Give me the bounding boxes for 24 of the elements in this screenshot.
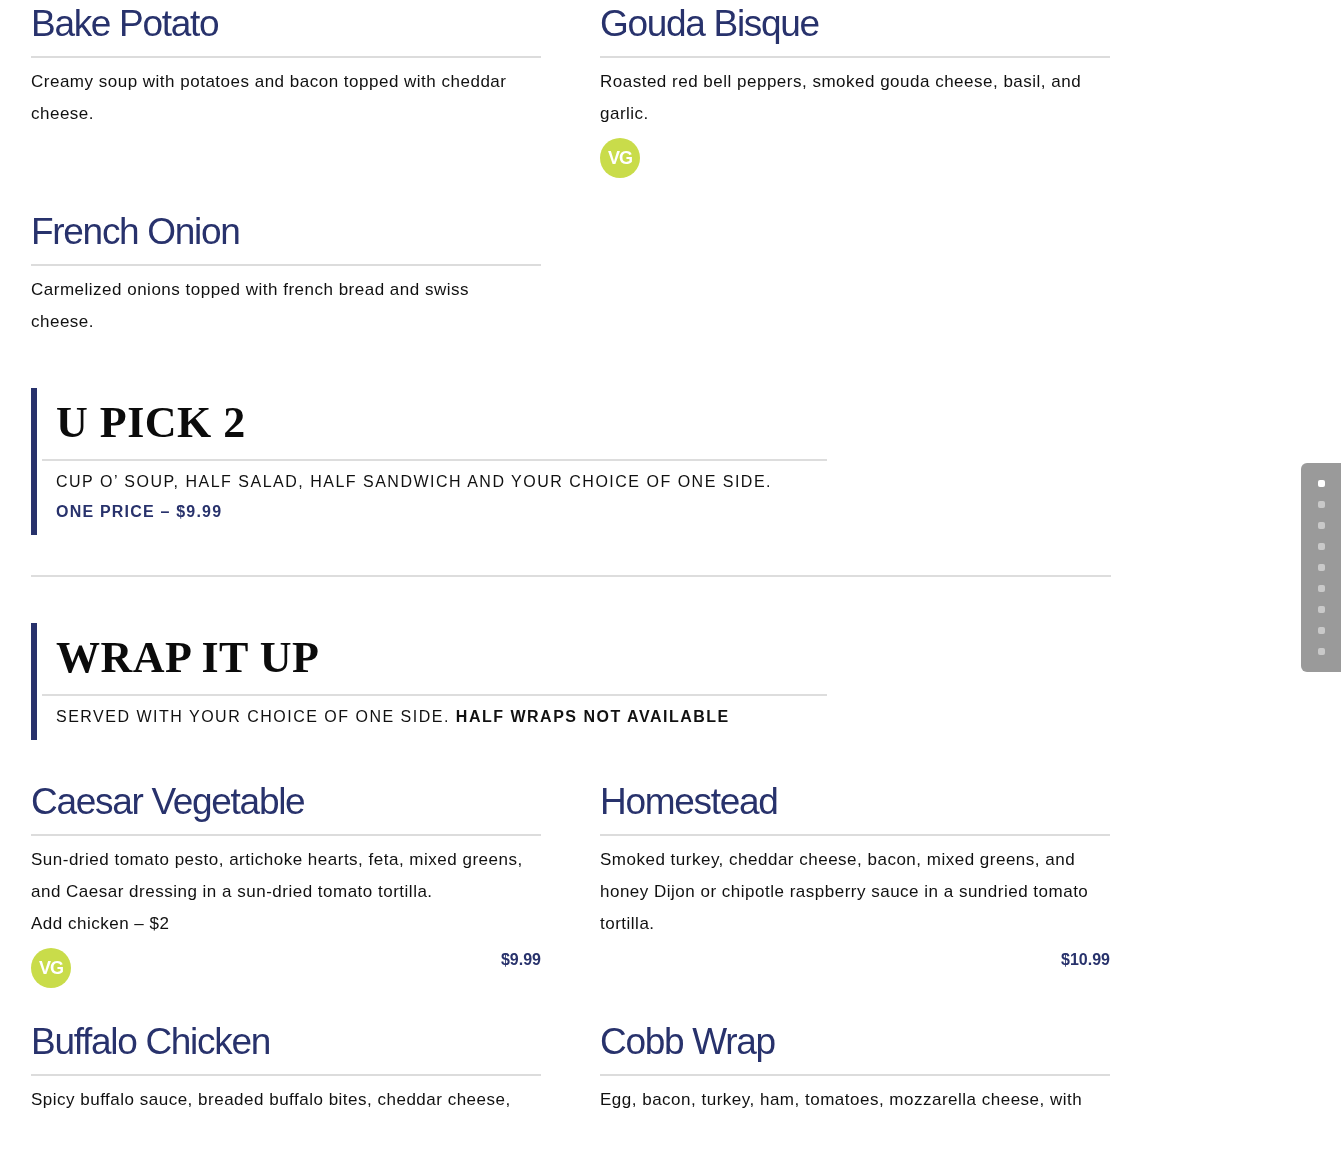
item-description: Smoked turkey, cheddar cheese, bacon, mixed greens, and honey Dijon or chipotle raspberry sauce in a sundried tomato tortilla. xyxy=(600,849,1090,935)
add-on-note: Add chicken – $2 xyxy=(31,913,170,935)
section-note: CUP O’ SOUP, HALF SALAD, HALF SANDWICH AND YOUR CHOICE OF ONE SIDE. xyxy=(56,472,773,492)
item-title: Bake Potato xyxy=(31,2,219,46)
section-title: WRAP IT UP xyxy=(56,633,320,683)
item-title: French Onion xyxy=(31,210,240,254)
item-description: Roasted red bell peppers, smoked gouda cheese, basil, and garlic. xyxy=(600,71,1083,125)
item-description: Egg, bacon, turkey, ham, tomatoes, mozzarella cheese, with xyxy=(600,1089,1083,1111)
section-title: U PICK 2 xyxy=(56,398,246,448)
item-price: $10.99 xyxy=(1061,950,1110,970)
item-description: Creamy soup with potatoes and bacon topped with cheddar cheese. xyxy=(31,71,508,125)
section-price: ONE PRICE – $9.99 xyxy=(56,502,223,522)
section-note: SERVED WITH YOUR CHOICE OF ONE SIDE. HALF WRAPS NOT AVAILABLE xyxy=(56,707,730,727)
item-description: Sun-dried tomato pesto, artichoke hearts, feta, mixed greens, and Caesar dressing in a sun-dried tomato tortilla. xyxy=(31,849,524,903)
vegetarian-tag: VG xyxy=(31,948,71,988)
item-title: Buffalo Chicken xyxy=(31,1020,270,1064)
item-price: $9.99 xyxy=(500,950,541,970)
item-title: Caesar Vegetable xyxy=(31,780,305,824)
vegetarian-tag: VG xyxy=(600,138,640,178)
item-title: Homestead xyxy=(600,780,778,824)
item-description: Spicy buffalo sauce, breaded buffalo bites, cheddar cheese, xyxy=(31,1089,511,1111)
item-description: Carmelized onions topped with french bread and swiss cheese. xyxy=(31,279,470,333)
item-title: Cobb Wrap xyxy=(600,1020,775,1064)
item-title: Gouda Bisque xyxy=(600,2,819,46)
